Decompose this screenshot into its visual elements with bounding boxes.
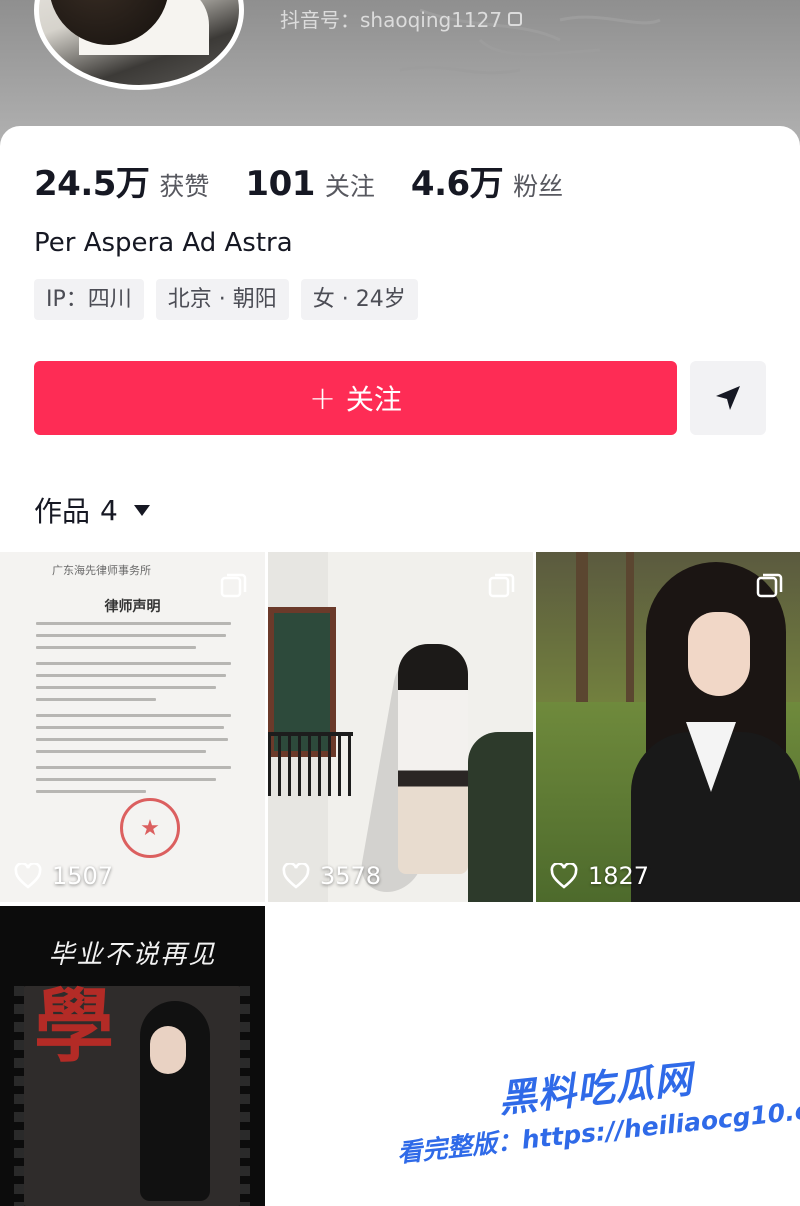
photo-subject [150, 1026, 186, 1074]
profile-stats: 24.5万 获赞 101 关注 4.6万 粉丝 [34, 156, 599, 205]
tag-location: 北京 · 朝阳 [155, 279, 289, 320]
heart-icon [14, 863, 42, 889]
follow-button[interactable]: + 关注 [34, 361, 677, 435]
stat-likes-label: 获赞 [159, 172, 210, 201]
post-tile-1[interactable]: 广东海先律师事务所 律师声明 ★ 1507 [0, 552, 265, 902]
stat-likes-number: 24.5万 [34, 164, 150, 204]
post-likes: 1827 [550, 862, 649, 890]
post-likes-count: 1827 [588, 862, 650, 890]
tag-gender-age: 女 · 24岁 [300, 279, 418, 320]
tab-works[interactable]: 作品 4 [34, 490, 150, 530]
post-tile-4[interactable]: 毕业不说再见 學 [0, 906, 265, 1206]
post-overlay-title: 毕业不说再见 [48, 940, 217, 970]
heart-icon [550, 863, 578, 889]
tag-ip: IP：四川 [34, 279, 144, 320]
post-likes: 3578 [282, 862, 381, 890]
doc-letterhead: 广东海先律师事务所 [52, 564, 151, 577]
photo-subject [398, 644, 468, 874]
follow-button-label: 关注 [345, 383, 402, 416]
profile-tags: IP：四川 北京 · 朝阳 女 · 24岁 [34, 279, 418, 320]
plus-icon: + [309, 379, 336, 417]
tab-works-count: 4 [100, 493, 118, 527]
multi-image-icon [756, 573, 783, 598]
stat-following-label: 关注 [324, 172, 375, 201]
copy-icon[interactable] [508, 11, 523, 26]
send-icon [716, 386, 740, 410]
multi-image-icon [220, 573, 247, 598]
multi-image-icon [488, 573, 515, 598]
post-likes-count: 3578 [320, 862, 382, 890]
post-likes: 1507 [14, 862, 113, 890]
stat-following[interactable]: 101 关注 [245, 164, 375, 204]
post-likes-count: 1507 [52, 862, 114, 890]
profile-bio: Per Aspera Ad Astra [34, 228, 293, 258]
stat-followers-label: 粉丝 [513, 172, 564, 201]
post-tile-2[interactable]: 3578 [268, 552, 533, 902]
heart-icon [282, 863, 310, 889]
photo-subject [688, 612, 750, 696]
send-message-button[interactable] [690, 361, 766, 435]
post-tile-3[interactable]: 1827 [536, 552, 800, 902]
stat-following-number: 101 [245, 164, 315, 204]
poster-character: 學 [34, 979, 114, 1073]
douyin-id: 抖音号：shaoqing1127 [280, 4, 523, 33]
douyin-id-text: 抖音号：shaoqing1127 [280, 8, 503, 32]
stat-followers-number: 4.6万 [410, 164, 504, 204]
tab-works-label: 作品 [34, 495, 91, 528]
stat-followers[interactable]: 4.6万 粉丝 [411, 156, 563, 205]
stat-likes[interactable]: 24.5万 获赞 [34, 156, 209, 205]
red-seal-icon: ★ [120, 798, 180, 858]
caret-down-icon[interactable] [133, 504, 150, 516]
